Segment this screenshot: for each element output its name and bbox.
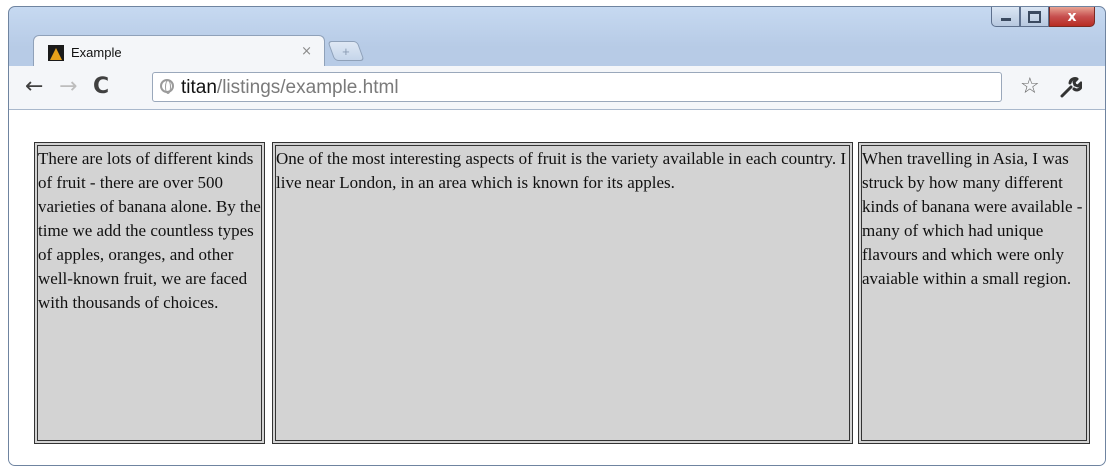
tab-title: Example — [71, 45, 122, 60]
maximize-icon — [1028, 10, 1041, 23]
new-tab-button[interactable]: + — [327, 41, 365, 61]
maximize-button[interactable] — [1020, 7, 1049, 27]
minimize-button[interactable] — [991, 7, 1020, 27]
forward-button[interactable]: → — [59, 74, 77, 100]
reload-button[interactable]: C — [93, 74, 109, 100]
tab-example[interactable]: Example × — [33, 35, 325, 67]
column-left: There are lots of different kinds of fru… — [34, 142, 265, 444]
plus-icon: + — [342, 43, 350, 59]
globe-icon — [160, 79, 174, 94]
page-content: There are lots of different kinds of fru… — [9, 110, 1105, 465]
back-button[interactable]: ← — [25, 74, 43, 100]
wrench-icon[interactable] — [1058, 76, 1082, 100]
close-icon: x — [1067, 8, 1077, 25]
address-bar[interactable]: titan/listings/example.html — [152, 72, 1002, 102]
column-right: When travelling in Asia, I was struck by… — [858, 142, 1090, 444]
close-window-button[interactable]: x — [1049, 7, 1095, 27]
toolbar: ← → C titan/listings/example.html ☆ — [9, 66, 1105, 110]
url-path: /listings/example.html — [216, 77, 399, 98]
url-host: titan — [181, 77, 217, 98]
column-middle: One of the most interesting aspects of f… — [272, 142, 853, 444]
window-controls: x — [991, 7, 1095, 27]
minimize-icon — [1000, 18, 1011, 21]
browser-window: x Example × + ← → C titan/listings/examp… — [8, 6, 1106, 466]
url-text: titan/listings/example.html — [181, 77, 399, 99]
bookmark-star-icon[interactable]: ☆ — [1020, 75, 1040, 99]
tab-close-icon[interactable]: × — [301, 44, 312, 59]
favicon-icon — [48, 45, 64, 61]
